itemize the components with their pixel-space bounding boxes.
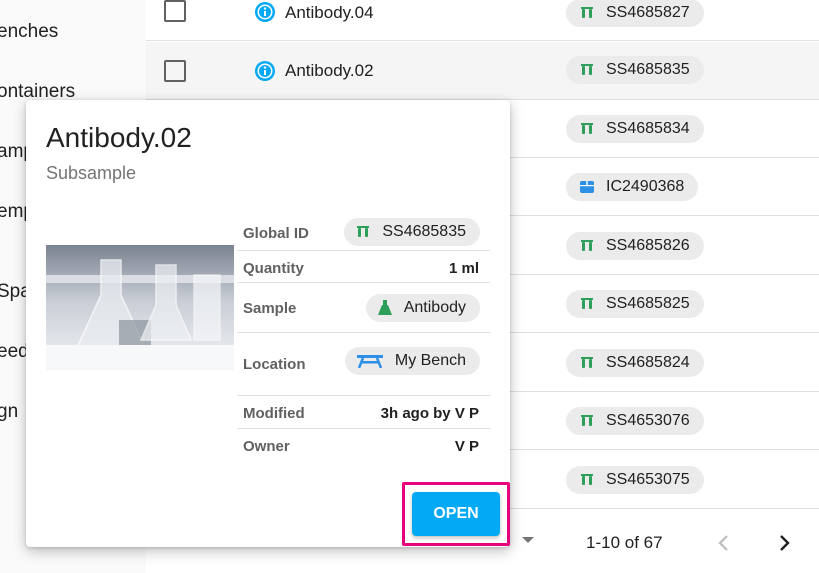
global-id-text: SS4685824 — [606, 354, 690, 371]
prop-global-id: Global ID SS4685835 — [237, 213, 490, 251]
global-id-text: SS4685834 — [606, 120, 690, 137]
info-icon[interactable] — [254, 60, 276, 82]
location-text: My Bench — [394, 352, 466, 369]
location-chip[interactable]: My Bench — [344, 347, 480, 375]
row-name[interactable]: Antibody.04 — [285, 3, 374, 23]
row-name[interactable]: Antibody.02 — [285, 61, 374, 81]
subsample-icon — [578, 237, 596, 255]
subsample-icon — [578, 120, 596, 138]
prop-label: Modified — [243, 405, 305, 422]
global-id-chip[interactable]: SS4685826 — [566, 232, 704, 260]
modified-value: 3h ago by V P — [380, 405, 479, 422]
global-id-text: SS4653075 — [606, 471, 690, 488]
global-id-chip[interactable]: IC2490368 — [566, 173, 699, 201]
nav-item-feed[interactable]: eed — [0, 341, 29, 363]
row-checkbox[interactable] — [164, 0, 186, 22]
preview-card: Antibody.02 Subsample Global ID SS468583… — [26, 100, 510, 547]
global-id-chip[interactable]: SS4653076 — [566, 407, 704, 435]
sample-text: Antibody — [403, 299, 466, 316]
quantity-value: 1 ml — [448, 260, 479, 277]
global-id-text: SS4653076 — [606, 412, 690, 429]
global-id-chip[interactable]: SS4653075 — [566, 466, 704, 494]
card-subtitle: Subsample — [46, 163, 137, 183]
sample-image — [46, 245, 234, 370]
bench-icon — [356, 354, 383, 368]
subsample-icon — [578, 412, 596, 430]
subsample-icon — [578, 4, 596, 22]
subsample-icon — [578, 295, 596, 313]
global-id-chip[interactable]: SS4685835 — [566, 56, 704, 84]
global-id-text: SS4685835 — [606, 61, 690, 78]
prop-label: Global ID — [243, 225, 309, 242]
owner-value: V P — [454, 438, 479, 455]
card-title: Antibody.02 — [46, 122, 192, 153]
global-id-chip[interactable]: SS4685824 — [566, 349, 704, 377]
prop-label: Quantity — [243, 260, 304, 277]
info-icon[interactable] — [254, 1, 276, 23]
caret-down-icon[interactable] — [522, 537, 534, 545]
global-id-text: IC2490368 — [606, 178, 685, 195]
global-id-text: SS4685835 — [382, 223, 466, 240]
global-id-chip[interactable]: SS4685825 — [566, 290, 704, 318]
global-id-text: SS4685827 — [606, 4, 690, 21]
table-row[interactable]: Antibody.02 SS4685835 — [146, 42, 819, 100]
table-row[interactable]: Antibody.04 SS4685827 — [146, 0, 819, 41]
global-id-text: SS4685826 — [606, 237, 690, 254]
prop-owner: Owner V P — [237, 429, 490, 461]
container-box-icon — [578, 178, 596, 196]
prop-quantity: Quantity 1 ml — [237, 251, 490, 283]
open-button[interactable]: OPEN — [412, 492, 500, 536]
global-id-chip[interactable]: SS4685827 — [566, 0, 704, 27]
prop-label: Sample — [243, 300, 297, 317]
sample-chip[interactable]: Antibody — [365, 294, 480, 322]
prop-modified: Modified 3h ago by V P — [237, 396, 490, 429]
global-id-text: SS4685825 — [606, 295, 690, 312]
chevron-left-icon[interactable] — [712, 531, 736, 555]
nav-item-sign[interactable]: gn — [0, 401, 18, 423]
prop-label: Owner — [243, 438, 290, 455]
prop-label: Location — [243, 356, 306, 373]
pagination-range: 1-10 of 67 — [586, 533, 663, 552]
global-id-chip[interactable]: SS4685835 — [344, 218, 480, 246]
nav-item-benches[interactable]: enches — [0, 21, 58, 43]
subsample-icon — [578, 354, 596, 372]
subsample-icon — [578, 61, 596, 79]
global-id-chip[interactable]: SS4685834 — [566, 115, 704, 143]
chevron-right-icon[interactable] — [772, 531, 796, 555]
prop-location: Location My Bench — [237, 333, 490, 396]
flask-icon — [377, 300, 392, 316]
prop-sample: Sample Antibody — [237, 283, 490, 333]
row-checkbox[interactable] — [164, 60, 186, 82]
subsample-icon — [578, 471, 596, 489]
subsample-icon — [356, 226, 370, 238]
